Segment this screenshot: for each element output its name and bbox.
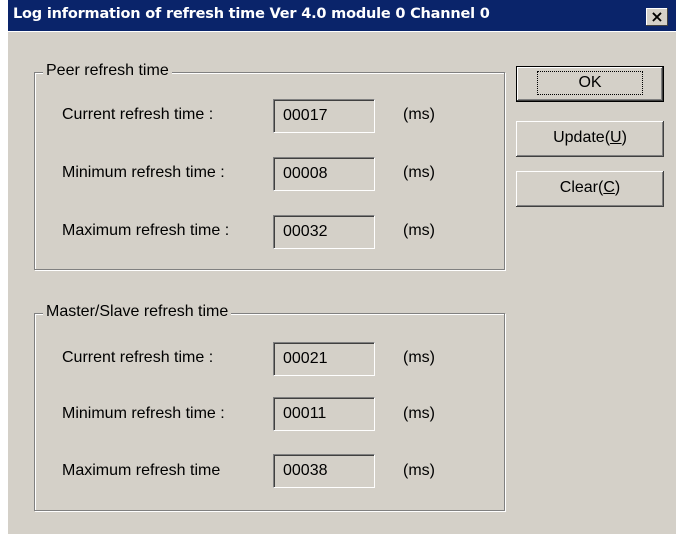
master-minimum-unit: (ms) xyxy=(403,405,435,422)
update-button[interactable]: Update(U) xyxy=(516,121,664,157)
master-slave-refresh-group-title: Master/Slave refresh time xyxy=(43,303,232,321)
title-bar[interactable]: Log information of refresh time Ver 4.0 … xyxy=(0,0,676,32)
master-maximum-label: Maximum refresh time xyxy=(62,462,221,479)
window-title: Log information of refresh time Ver 4.0 … xyxy=(13,6,490,22)
master-current-label: Current refresh time : xyxy=(62,349,214,366)
update-button-close-paren: ) xyxy=(621,129,627,146)
close-icon: × xyxy=(650,7,664,26)
clear-button[interactable]: Clear(C) xyxy=(516,171,664,207)
peer-refresh-group-title: Peer refresh time xyxy=(43,62,172,80)
clear-button-close-paren: ) xyxy=(614,179,621,196)
master-maximum-field[interactable]: 00038 xyxy=(273,454,375,488)
clear-button-accesskey: C xyxy=(603,179,615,196)
peer-maximum-label: Maximum refresh time : xyxy=(62,222,230,239)
master-maximum-unit: (ms) xyxy=(403,462,435,479)
peer-maximum-field[interactable]: 00032 xyxy=(273,215,375,249)
ok-button-label: OK xyxy=(537,71,643,95)
close-button[interactable]: × xyxy=(646,8,668,26)
peer-current-label: Current refresh time : xyxy=(62,106,214,123)
update-button-label: Update( xyxy=(553,129,611,146)
master-minimum-label: Minimum refresh time : xyxy=(62,405,225,422)
clear-button-label: Clear( xyxy=(559,179,604,196)
peer-current-field[interactable]: 00017 xyxy=(273,99,375,133)
peer-current-unit: (ms) xyxy=(403,106,435,123)
window-left-edge xyxy=(0,0,8,534)
master-minimum-field[interactable]: 00011 xyxy=(273,397,375,431)
ok-button[interactable]: OK xyxy=(516,66,664,102)
peer-maximum-unit: (ms) xyxy=(403,222,435,239)
peer-minimum-label: Minimum refresh time : xyxy=(62,164,225,181)
master-current-field[interactable]: 00021 xyxy=(273,342,375,376)
update-button-accesskey: U xyxy=(610,129,622,146)
peer-minimum-unit: (ms) xyxy=(403,164,435,181)
peer-minimum-field[interactable]: 00008 xyxy=(273,157,375,191)
master-current-unit: (ms) xyxy=(403,349,435,366)
